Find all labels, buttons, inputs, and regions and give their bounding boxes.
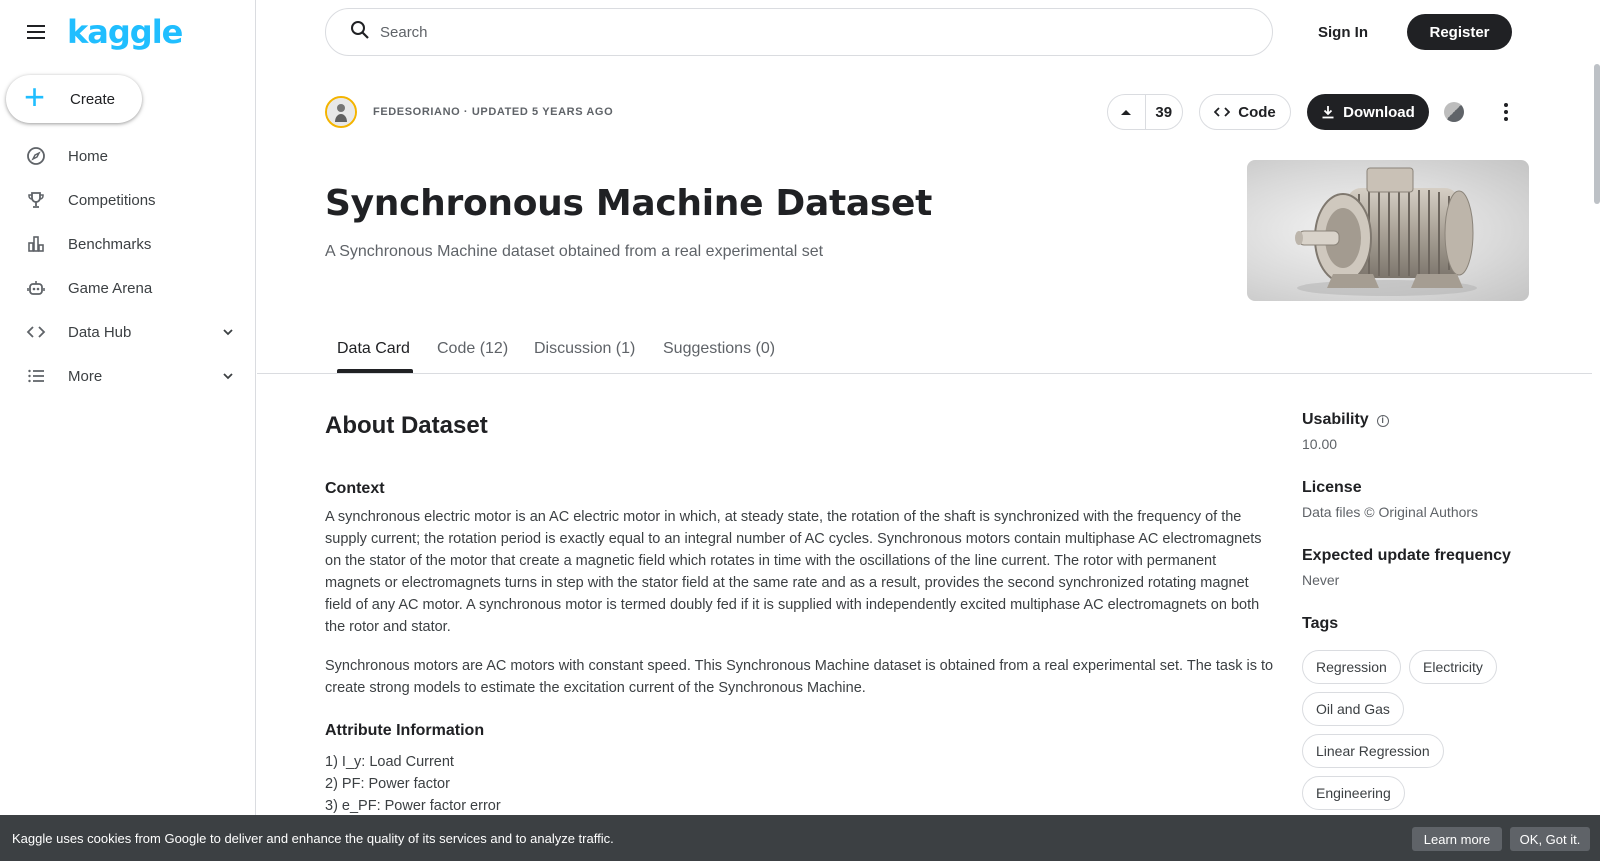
create-label: Create	[70, 90, 116, 108]
code-button-label: Code	[1238, 103, 1276, 121]
about-dataset-heading: About Dataset	[325, 412, 488, 439]
download-button[interactable]: Download	[1307, 94, 1429, 130]
page-scrollbar[interactable]	[1592, 0, 1600, 861]
sidebar-header: kaggle	[0, 0, 255, 64]
avatar[interactable]	[325, 96, 357, 128]
sidebar-item-label: Game Arena	[68, 279, 153, 297]
code-button[interactable]: Code	[1199, 94, 1291, 130]
list-item: 1) I_y: Load Current	[325, 754, 454, 770]
attribute-list: 1) I_y: Load Current 2) PF: Power factor…	[325, 751, 501, 817]
context-paragraph-2: Synchronous motors are AC motors with co…	[325, 658, 1274, 696]
tab-data-card[interactable]: Data Card	[337, 340, 410, 358]
search-bar[interactable]	[325, 8, 1273, 56]
sidebar-item-label: Home	[68, 147, 109, 165]
usability-label: Usability	[1302, 411, 1369, 428]
sign-in-button[interactable]: Sign In	[1300, 14, 1386, 50]
dataset-cover-image	[1247, 160, 1529, 301]
caret-up-icon	[1121, 110, 1132, 115]
electric-motor-image	[1295, 167, 1477, 296]
sidebar-nav: Home Competitions Benchmarks Game Arena …	[0, 134, 256, 398]
register-button[interactable]: Register	[1407, 14, 1512, 50]
chevron-down-icon[interactable]	[220, 368, 236, 384]
sidebar-item-game-arena[interactable]: Game Arena	[0, 266, 256, 310]
sidebar-item-label: Competitions	[68, 191, 156, 209]
license-value[interactable]: Data files © Original Authors	[1302, 504, 1478, 520]
context-heading: Context	[325, 480, 385, 497]
kaggle-logo[interactable]: kaggle	[67, 13, 183, 51]
sidebar-item-competitions[interactable]: Competitions	[0, 178, 256, 222]
sidebar-item-label: More	[68, 367, 103, 385]
code-icon	[1214, 107, 1231, 117]
info-icon[interactable]: i	[1376, 415, 1389, 427]
ok-got-it-button[interactable]: OK, Got it.	[1510, 827, 1590, 851]
cookie-banner: Kaggle uses cookies from Google to deliv…	[0, 815, 1600, 861]
upvote-button[interactable]	[1108, 95, 1146, 129]
sidebar-item-label: Data Hub	[68, 323, 132, 341]
author-updated-line[interactable]: FEDESORIANO · UPDATED 5 YEARS AGO	[373, 106, 613, 118]
sidebar: kaggle + Create Home Competitions Benchm…	[0, 0, 256, 861]
scrollbar-thumb[interactable]	[1594, 64, 1600, 204]
page-title: Synchronous Machine Dataset	[325, 183, 933, 224]
upvote-count[interactable]: 39	[1146, 104, 1183, 121]
tab-suggestions[interactable]: Suggestions (0)	[663, 340, 775, 358]
tab-code[interactable]: Code (12)	[437, 340, 508, 358]
sidebar-item-data-hub[interactable]: Data Hub	[0, 310, 256, 354]
list-item: 3) e_PF: Power factor error	[325, 798, 501, 814]
list-icon	[26, 366, 46, 386]
bar-chart-icon	[26, 234, 46, 254]
active-tab-indicator	[337, 369, 413, 373]
sidebar-item-benchmarks[interactable]: Benchmarks	[0, 222, 256, 266]
create-button[interactable]: + Create	[6, 75, 142, 123]
theme-toggle-icon[interactable]	[1444, 102, 1464, 122]
code-icon	[26, 322, 46, 342]
attribute-information-heading: Attribute Information	[325, 722, 485, 739]
learn-more-button[interactable]: Learn more	[1412, 827, 1502, 851]
dataset-tabs: Data Card Code (12) Discussion (1) Sugge…	[257, 322, 1592, 374]
tag-chip[interactable]: Oil and Gas	[1302, 692, 1404, 726]
update-frequency-heading: Expected update frequency	[1302, 547, 1511, 564]
page-subtitle: A Synchronous Machine dataset obtained f…	[325, 243, 824, 260]
tab-discussion[interactable]: Discussion (1)	[534, 340, 635, 358]
tag-chip[interactable]: Engineering	[1302, 776, 1405, 810]
compass-icon	[26, 146, 46, 166]
chevron-down-icon[interactable]	[220, 324, 236, 340]
update-frequency-value: Never	[1302, 572, 1340, 588]
download-button-label: Download	[1343, 103, 1415, 121]
download-icon	[1322, 106, 1334, 119]
user-avatar-icon	[327, 98, 355, 126]
context-paragraph-1: A synchronous electric motor is an AC el…	[325, 509, 1262, 635]
upvote-widget: 39	[1107, 94, 1183, 130]
more-options-icon[interactable]	[1494, 100, 1518, 124]
tag-chip[interactable]: Regression	[1302, 650, 1401, 684]
tag-chip[interactable]: Linear Regression	[1302, 734, 1444, 768]
menu-icon[interactable]	[24, 20, 48, 44]
usability-heading: Usability i	[1302, 411, 1389, 429]
robot-icon	[26, 278, 46, 298]
tags-heading: Tags	[1302, 615, 1339, 632]
list-item: 2) PF: Power factor	[325, 776, 450, 792]
search-icon	[350, 20, 370, 45]
sidebar-item-label: Benchmarks	[68, 235, 152, 253]
plus-icon: +	[24, 76, 46, 117]
trophy-icon	[26, 190, 46, 210]
sidebar-item-more[interactable]: More	[0, 354, 256, 398]
sidebar-item-home[interactable]: Home	[0, 134, 256, 178]
cookie-message: Kaggle uses cookies from Google to deliv…	[12, 830, 614, 846]
license-heading: License	[1302, 479, 1362, 496]
search-input[interactable]	[380, 23, 1180, 41]
tag-chip[interactable]: Electricity	[1409, 650, 1497, 684]
usability-value: 10.00	[1302, 436, 1338, 452]
